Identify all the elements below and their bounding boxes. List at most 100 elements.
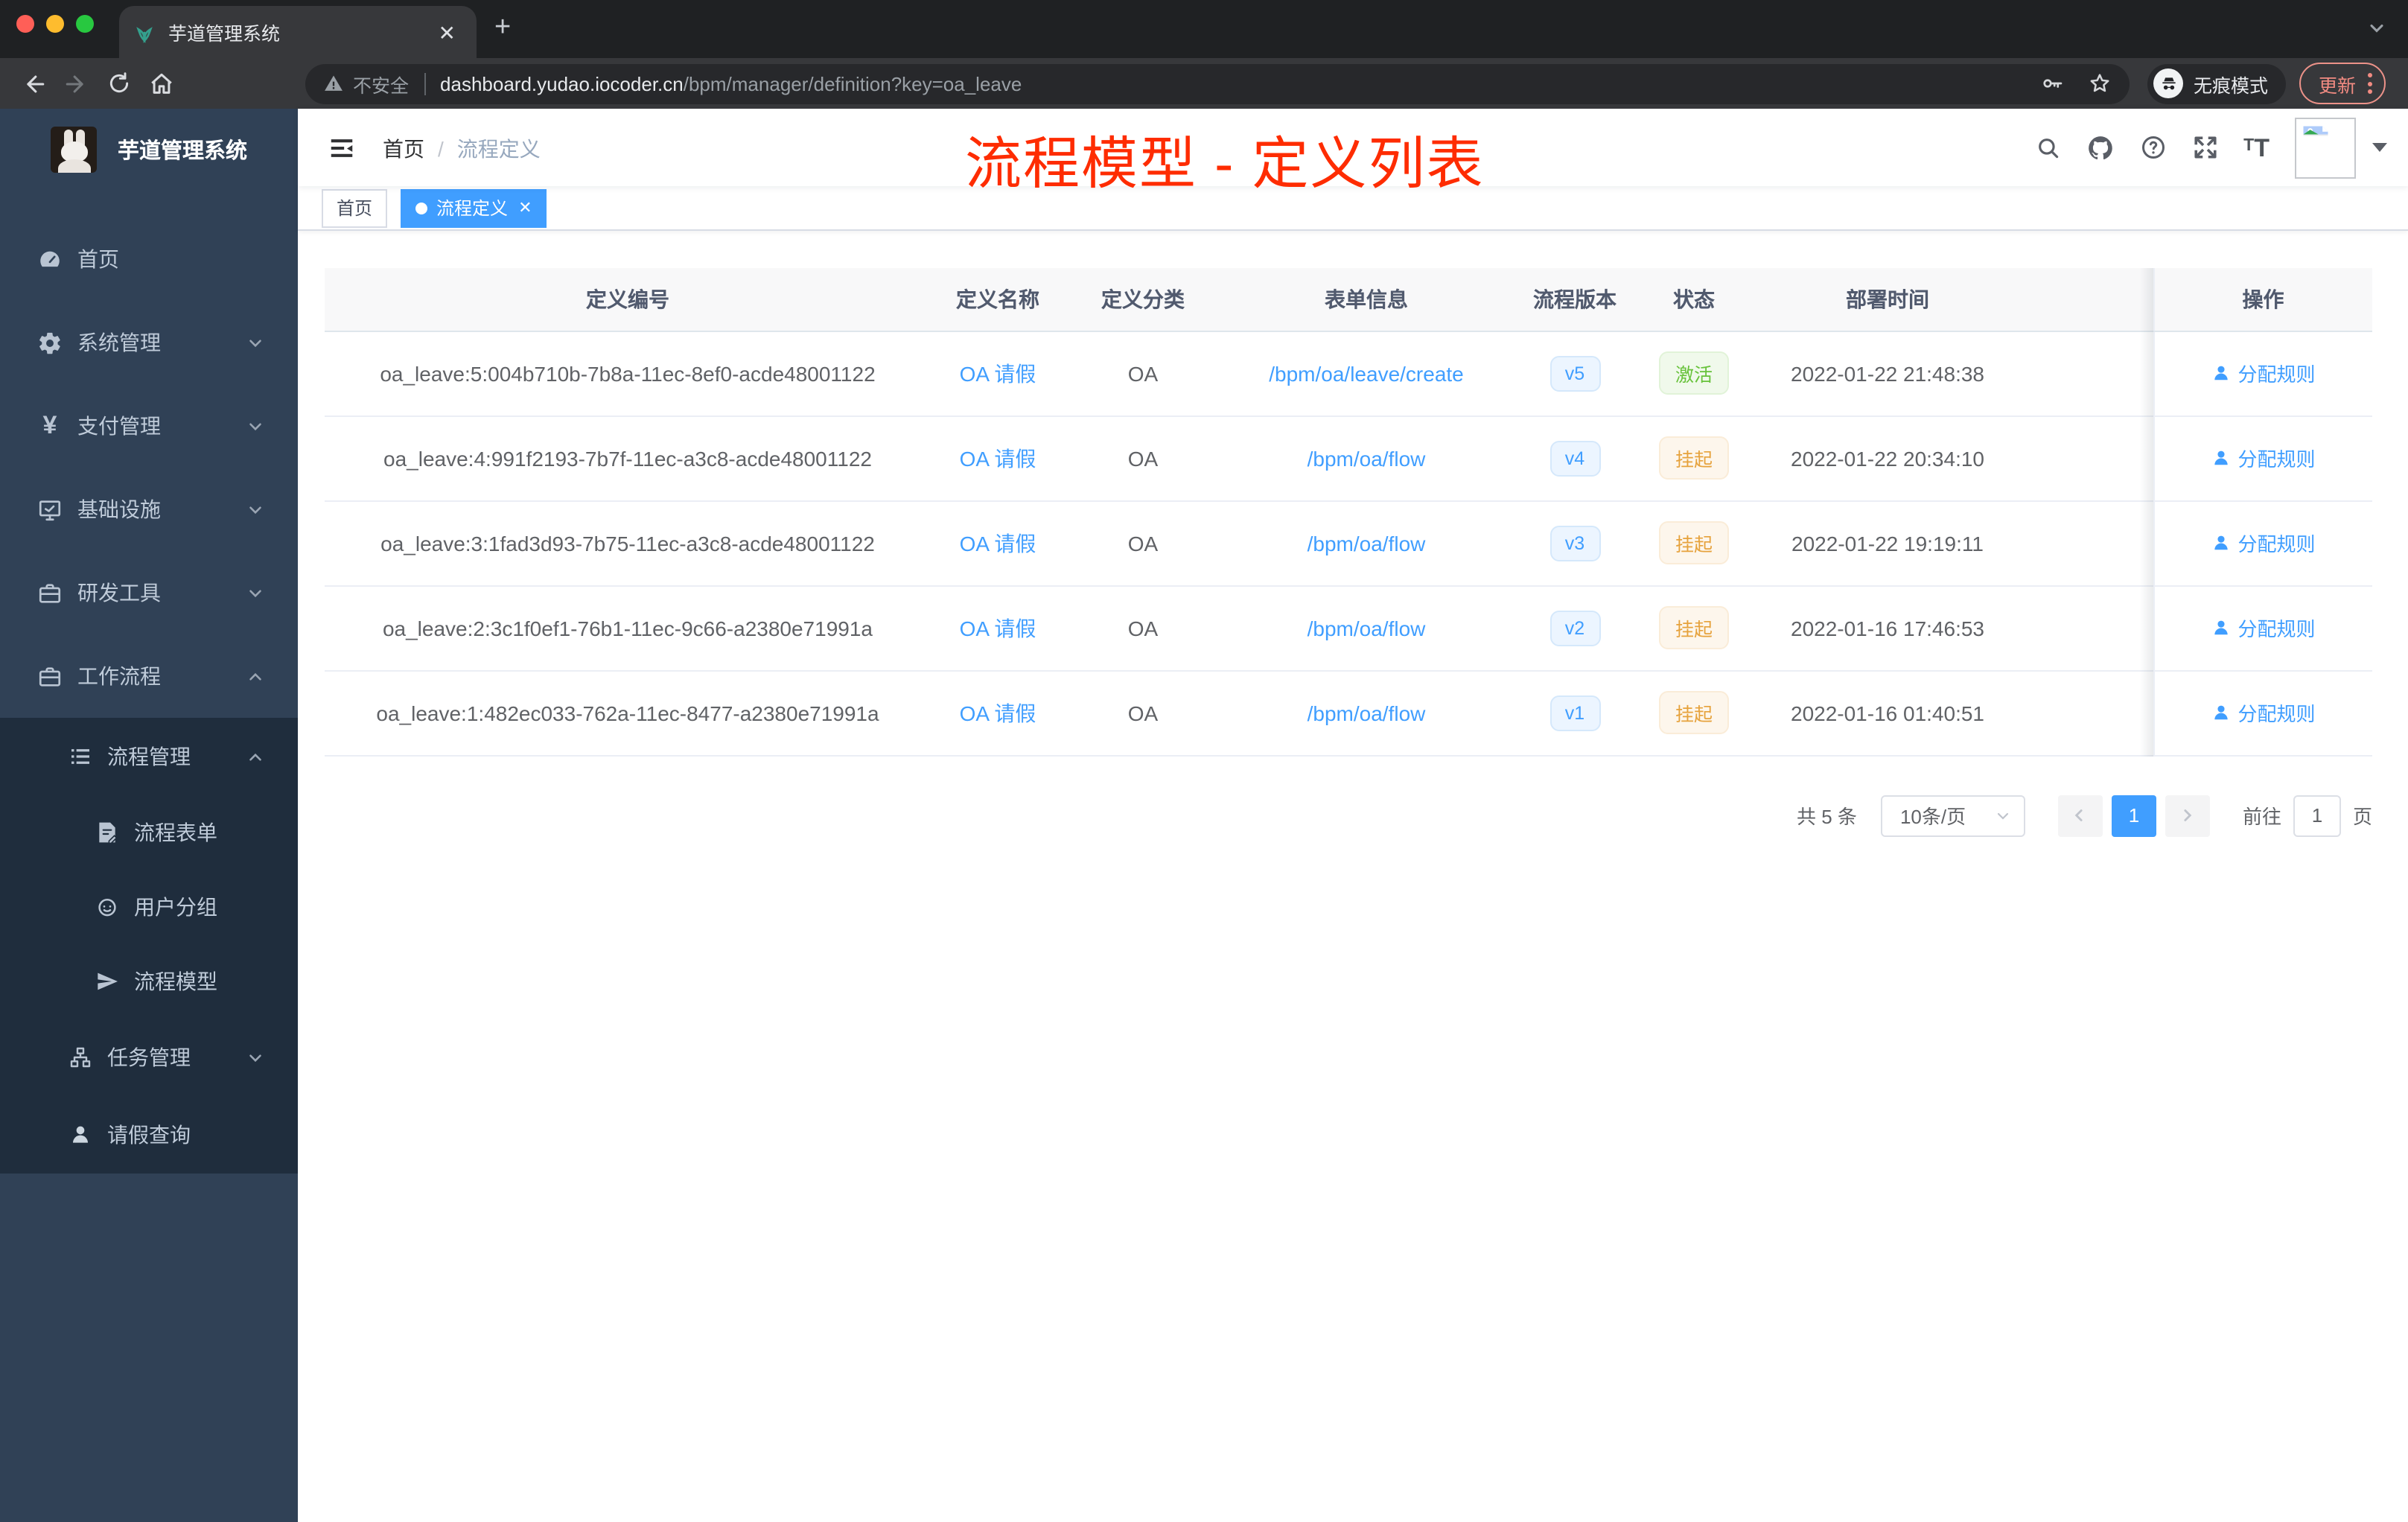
assign-rule-button[interactable]: 分配规则 — [2211, 444, 2316, 472]
person-icon — [69, 1123, 92, 1147]
sidebar-item-process-model[interactable]: 流程模型 — [0, 944, 298, 1019]
monitor-icon — [37, 497, 63, 522]
pagination: 共 5 条 10条/页 1 前往 页 — [325, 795, 2372, 836]
avatar-caret-icon[interactable] — [2372, 143, 2387, 152]
app-page: 芋道管理系统 首页 系统管理 ¥ 支付管理 基础设施 研发工具 工作流程 流程管… — [0, 109, 2408, 1522]
cell-deploy-time: 2022-01-22 21:48:38 — [1750, 331, 2025, 416]
forward-icon[interactable] — [64, 71, 89, 96]
sidebar-item-devtools[interactable]: 研发工具 — [0, 551, 298, 634]
help-icon[interactable] — [2139, 134, 2166, 161]
cell-category: OA — [1065, 500, 1221, 586]
security-warning-icon[interactable] — [323, 73, 344, 94]
column-header-id: 定义编号 — [325, 268, 931, 331]
window-controls — [16, 15, 94, 33]
tab-search-chevron-icon[interactable] — [2366, 18, 2387, 39]
chevron-down-icon — [246, 583, 265, 602]
incognito-label: 无痕模式 — [2194, 75, 2269, 96]
form-link[interactable]: /bpm/oa/leave/create — [1269, 361, 1464, 385]
cell-definition-id: oa_leave:1:482ec033-762a-11ec-8477-a2380… — [325, 670, 931, 756]
sidebar-item-label: 系统管理 — [77, 331, 161, 354]
chevron-down-icon — [246, 416, 265, 436]
search-icon[interactable] — [2035, 135, 2060, 160]
new-tab-button[interactable]: + — [494, 13, 511, 43]
sidebar-item-task-management[interactable]: 任务管理 — [0, 1019, 298, 1096]
pagination-total: 共 5 条 — [1797, 806, 1857, 828]
breadcrumb-home[interactable]: 首页 — [383, 134, 424, 164]
definition-name-link[interactable]: OA 请假 — [960, 361, 1036, 385]
goto-page-input[interactable] — [2293, 795, 2341, 836]
security-label[interactable]: 不安全 — [353, 69, 409, 98]
cell-deploy-time: 2022-01-22 20:34:10 — [1750, 415, 2025, 501]
page-size-select[interactable]: 10条/页 — [1880, 795, 2025, 836]
sidebar-item-label: 支付管理 — [77, 414, 161, 438]
window-close-button[interactable] — [16, 15, 34, 33]
github-icon[interactable] — [2086, 133, 2114, 162]
reload-icon[interactable] — [107, 71, 131, 95]
status-badge: 挂起 — [1658, 521, 1729, 564]
assign-rule-button[interactable]: 分配规则 — [2211, 359, 2316, 387]
sidebar-item-payment[interactable]: ¥ 支付管理 — [0, 384, 298, 468]
page-number-button[interactable]: 1 — [2111, 795, 2156, 836]
main-area: 首页 / 流程定义 流程模型 - 定义列表 T T 首页 流程定义 ✕ 定义编号… — [298, 109, 2408, 1522]
sidebar-item-infra[interactable]: 基础设施 — [0, 468, 298, 551]
sidebar-item-label: 请假查询 — [107, 1123, 191, 1147]
window-zoom-button[interactable] — [76, 15, 94, 33]
sidebar-item-home[interactable]: 首页 — [0, 217, 298, 301]
sidebar-item-leave-query[interactable]: 请假查询 — [0, 1096, 298, 1174]
user-icon — [2214, 620, 2228, 635]
tag-process-definition[interactable]: 流程定义 ✕ — [401, 188, 547, 227]
window-minimize-button[interactable] — [46, 15, 64, 33]
update-label[interactable]: 更新 — [2319, 69, 2356, 98]
goto-label: 前往 — [2242, 806, 2281, 828]
tag-close-icon[interactable]: ✕ — [518, 198, 532, 217]
sidebar-logo[interactable]: 芋道管理系统 — [0, 109, 298, 191]
browser-window: 芋道管理系统 ✕ + 不安全 dashboard.yudao.iocoder.c… — [0, 0, 2408, 1522]
fullscreen-icon[interactable] — [2191, 134, 2218, 161]
sidebar-item-process-form[interactable]: 流程表单 — [0, 795, 298, 870]
sidebar-item-workflow[interactable]: 工作流程 — [0, 634, 298, 718]
sidebar-menu: 首页 系统管理 ¥ 支付管理 基础设施 研发工具 工作流程 流程管理 流程表单 … — [0, 217, 298, 1174]
cell-category: OA — [1065, 670, 1221, 756]
sidebar-item-system[interactable]: 系统管理 — [0, 301, 298, 384]
definition-name-link[interactable]: OA 请假 — [960, 616, 1036, 640]
form-link[interactable]: /bpm/oa/flow — [1307, 446, 1426, 470]
user-avatar-broken-image[interactable] — [2295, 117, 2356, 178]
password-key-icon[interactable] — [2040, 71, 2064, 95]
assign-rule-button[interactable]: 分配规则 — [2211, 529, 2316, 557]
browser-tab[interactable]: 芋道管理系统 ✕ — [119, 6, 477, 58]
form-link[interactable]: /bpm/oa/flow — [1307, 616, 1426, 640]
form-link[interactable]: /bpm/oa/flow — [1307, 701, 1426, 725]
sidebar-item-user-group[interactable]: 用户分组 — [0, 870, 298, 944]
workflow-submenu: 流程管理 流程表单 用户分组 流程模型 任务管理 请假查询 — [0, 718, 298, 1174]
next-page-button[interactable] — [2165, 795, 2210, 836]
assign-rule-button[interactable]: 分配规则 — [2211, 614, 2316, 642]
browser-update-button[interactable]: 更新 — [2299, 63, 2386, 104]
assign-rule-button[interactable]: 分配规则 — [2211, 698, 2316, 727]
back-icon[interactable] — [21, 71, 46, 96]
face-icon — [95, 895, 119, 919]
form-link[interactable]: /bpm/oa/flow — [1307, 531, 1426, 555]
version-badge: v3 — [1549, 525, 1600, 561]
favicon-sprout-icon — [134, 22, 155, 42]
sidebar-item-label: 工作流程 — [77, 664, 161, 688]
bookmark-star-icon[interactable] — [2088, 71, 2112, 95]
column-header-version: 流程版本 — [1512, 268, 1638, 331]
home-icon[interactable] — [149, 71, 174, 96]
url-bar[interactable]: 不安全 dashboard.yudao.iocoder.cn/bpm/manag… — [305, 63, 2130, 104]
cell-category: OA — [1065, 415, 1221, 501]
sidebar-item-label: 基础设施 — [77, 497, 161, 521]
dashboard-icon — [37, 246, 63, 272]
definition-name-link[interactable]: OA 请假 — [960, 701, 1036, 725]
sidebar-item-process-management[interactable]: 流程管理 — [0, 718, 298, 795]
sidebar-toggle-icon[interactable] — [328, 134, 356, 162]
url-domain: dashboard.yudao.iocoder.cn — [440, 72, 684, 95]
table-row: oa_leave:2:3c1f0ef1-76b1-11ec-9c66-a2380… — [325, 585, 2372, 671]
prev-page-button[interactable] — [2057, 795, 2103, 836]
font-size-icon[interactable]: TT — [2243, 135, 2270, 160]
chrome-tab-strip: 芋道管理系统 ✕ + — [0, 0, 2408, 58]
browser-menu-icon[interactable] — [2368, 73, 2373, 94]
definition-name-link[interactable]: OA 请假 — [960, 446, 1036, 470]
definition-name-link[interactable]: OA 请假 — [960, 531, 1036, 555]
tag-home[interactable]: 首页 — [322, 188, 388, 227]
tab-close-icon[interactable]: ✕ — [433, 19, 462, 45]
